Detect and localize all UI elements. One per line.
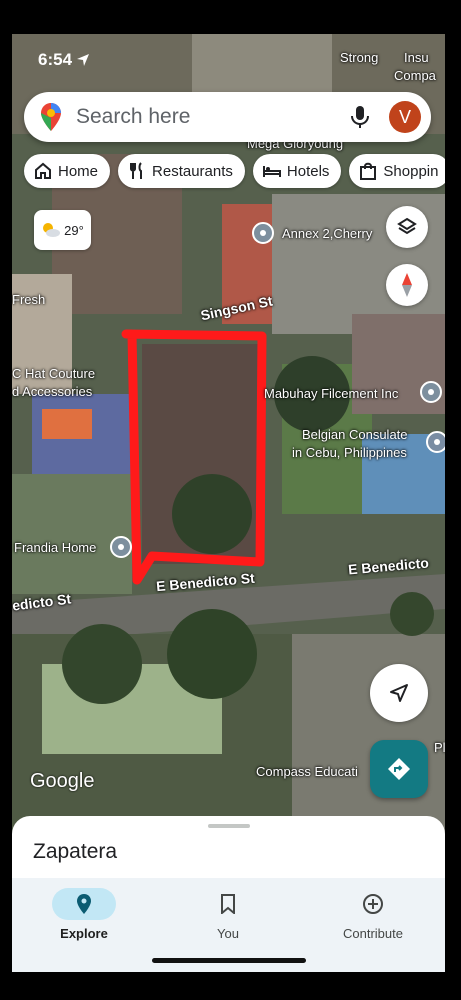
map-label-belgian-2[interactable]: in Cebu, Philippines [292, 445, 407, 460]
category-chips: Home Restaurants Hotels Shoppin [24, 154, 445, 188]
poi-marker-consulate[interactable] [426, 431, 445, 453]
chip-restaurants[interactable]: Restaurants [118, 154, 245, 188]
place-name: Zapatera [33, 840, 118, 863]
google-attribution: Google [30, 770, 95, 792]
map-label-frandia[interactable]: Frandia Home [14, 540, 96, 555]
home-icon [35, 162, 51, 179]
map-label-compass: Compass Educati [256, 764, 358, 779]
avatar[interactable]: V [389, 101, 421, 133]
directions-icon [388, 758, 410, 780]
status-bar: 6:54 [38, 50, 90, 70]
bookmark-icon [221, 894, 235, 914]
tab-you[interactable]: You [168, 888, 288, 941]
search-bar[interactable]: Search here V [24, 92, 431, 142]
search-input[interactable]: Search here [76, 105, 349, 129]
phone-screen: 6:54 Strong Insu Compa Mega Gloryoung Se… [12, 34, 445, 972]
partly-cloudy-icon [43, 223, 61, 237]
directions-button[interactable] [370, 740, 428, 798]
tab-explore[interactable]: Explore [24, 888, 144, 941]
weather-widget[interactable]: 29° [34, 210, 91, 250]
microphone-icon[interactable] [349, 105, 371, 129]
map-label-pl: Pl [434, 740, 445, 755]
tab-contribute-label: Contribute [343, 926, 403, 941]
map-label-accessories: d Accessories [12, 384, 93, 399]
layers-icon [397, 217, 417, 235]
chip-shopping[interactable]: Shoppin [349, 154, 445, 188]
poi-marker-frandia[interactable] [110, 536, 132, 558]
navigation-arrow-icon [390, 684, 408, 702]
map-label-compa: Compa [394, 68, 436, 83]
weather-temp: 29° [64, 222, 84, 238]
bed-icon [262, 166, 281, 177]
plus-circle-icon [363, 894, 383, 914]
compass-icon [402, 273, 412, 297]
status-time: 6:54 [38, 50, 73, 69]
chip-hotels-label: Hotels [286, 162, 330, 180]
map-label-insu: Insu [404, 50, 429, 65]
poi-marker-annex[interactable] [252, 222, 274, 244]
map-label-annex[interactable]: Annex 2,Cherry [282, 226, 372, 241]
location-pin-icon [77, 894, 91, 914]
map-label-belgian-1[interactable]: Belgian Consulate [302, 427, 408, 442]
chip-shopping-label: Shoppin [383, 162, 439, 180]
tab-you-label: You [217, 926, 239, 941]
tab-contribute[interactable]: Contribute [313, 888, 433, 941]
chip-restaurants-label: Restaurants [152, 162, 233, 180]
poi-marker-mabuhay[interactable] [420, 381, 442, 403]
my-location-button[interactable] [370, 664, 428, 722]
home-indicator [152, 958, 306, 963]
map-label-hat: C Hat Couture [12, 366, 96, 381]
google-maps-pin-icon [41, 103, 61, 131]
layers-button[interactable] [386, 206, 428, 248]
fork-knife-icon [130, 162, 143, 179]
chip-hotels[interactable]: Hotels [252, 154, 342, 188]
tab-explore-label: Explore [60, 926, 108, 941]
location-arrow-icon [77, 54, 90, 66]
chip-home[interactable]: Home [24, 154, 111, 188]
sheet-handle[interactable] [208, 824, 250, 828]
map-label-strong: Strong [340, 50, 379, 65]
chip-home-label: Home [58, 162, 99, 180]
compass-button[interactable] [386, 264, 428, 306]
map-label-fresh: Fresh [12, 292, 46, 307]
map-label-mabuhay[interactable]: Mabuhay Filcement Inc [264, 386, 398, 401]
bag-icon [360, 162, 377, 180]
